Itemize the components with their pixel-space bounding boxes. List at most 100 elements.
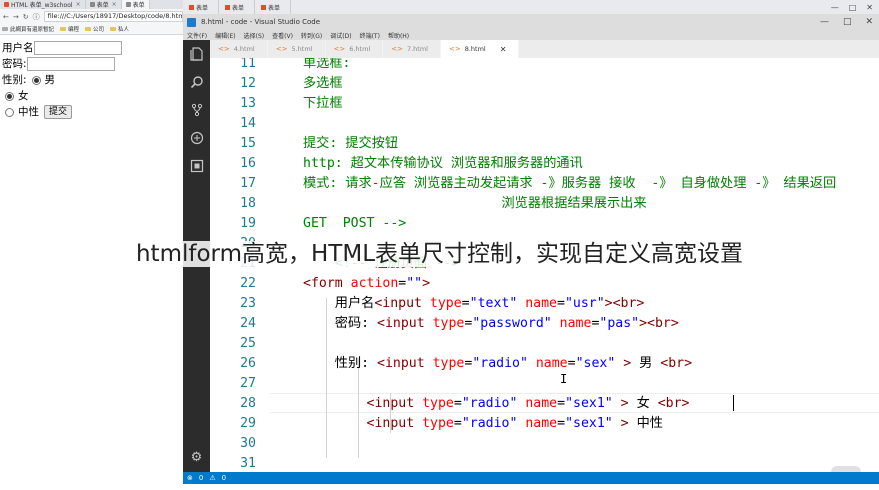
- close-icon[interactable]: ×: [76, 1, 81, 8]
- maximize-icon[interactable]: □: [843, 17, 852, 27]
- source-control-icon[interactable]: [189, 102, 204, 117]
- browser-tab-label: HTML 表单_w3school: [11, 2, 73, 9]
- extensions-icon[interactable]: [189, 158, 204, 173]
- background-tab-label: 表单: [196, 4, 209, 12]
- menu-terminal[interactable]: 终端(T): [360, 31, 380, 40]
- bookmark-item[interactable]: 公司: [85, 25, 104, 33]
- html5-favicon-icon: [4, 2, 9, 7]
- editor-tab-4-html[interactable]: <> 4.html: [210, 40, 268, 58]
- browser-window-controls: — □ ✕: [831, 0, 873, 14]
- line-number: 17: [240, 176, 256, 191]
- browser-tab-w3school[interactable]: HTML 表单_w3school ×: [0, 0, 86, 9]
- warning-count[interactable]: 0: [222, 474, 226, 482]
- female-row: 女: [2, 88, 183, 104]
- code-line[interactable]: 13 下拉框: [210, 94, 879, 114]
- code-text: 密码: <input type="password" name="pas"><b…: [303, 316, 679, 331]
- debug-icon[interactable]: [189, 130, 204, 145]
- menu-view[interactable]: 查看(V): [272, 31, 293, 40]
- editor-tab-7-html[interactable]: <> 7.html: [383, 40, 441, 58]
- maximize-icon[interactable]: □: [849, 3, 857, 12]
- code-line[interactable]: 23 用户名<input type="text" name="usr"><br>: [210, 294, 879, 314]
- bookmark-item[interactable]: 私人: [110, 25, 129, 33]
- folder-icon: [60, 27, 67, 31]
- reload-icon[interactable]: ↻: [23, 13, 29, 21]
- code-line[interactable]: 17 模式: 请求-应答 浏览器主动发起请求 -》服务器 接收 -》 自身做处理 …: [210, 174, 879, 194]
- code-line[interactable]: 18 浏览器根据结果展示出来: [210, 194, 879, 214]
- bookmark-item[interactable]: 编程: [60, 25, 79, 33]
- code-line[interactable]: 27: [210, 374, 879, 394]
- background-tab-label: 表单: [232, 4, 245, 12]
- submit-button[interactable]: 提交: [44, 105, 73, 119]
- explorer-icon[interactable]: [189, 46, 204, 61]
- code-text: <input type="radio" name="sex1" > 中性: [366, 416, 663, 431]
- code-line[interactable]: 26 性别: <input type="radio" name="sex" > …: [210, 354, 879, 374]
- code-line[interactable]: 16 http: 超文本传输协议 浏览器和服务器的通讯: [210, 154, 879, 174]
- code-line[interactable]: 28 <input type="radio" name="sex1" > 女 <…: [210, 394, 879, 414]
- code-text: 提交: 提交按钮: [303, 136, 399, 151]
- code-line[interactable]: 11 单选框:: [210, 58, 879, 74]
- minimize-icon[interactable]: —: [820, 17, 829, 27]
- forward-arrow-icon[interactable]: →: [13, 13, 19, 21]
- line-number: 14: [240, 116, 256, 131]
- address-bar[interactable]: file:///C:/Users/18917/Desktop/code/8.ht…: [43, 11, 183, 22]
- close-tab-icon[interactable]: ✕: [500, 45, 507, 54]
- info-icon[interactable]: ⓘ: [33, 12, 40, 22]
- settings-gear-icon[interactable]: ⚙: [189, 450, 204, 465]
- page-favicon-icon: [89, 2, 95, 7]
- code-text: http: 超文本传输协议 浏览器和服务器的通讯: [303, 156, 583, 171]
- background-tab[interactable]: 表单: [183, 0, 220, 14]
- code-text: 性别: <input type="radio" name="sex" > 男 <…: [303, 356, 693, 371]
- code-line[interactable]: 12 多选框: [210, 74, 879, 94]
- code-text: GET POST -->: [303, 216, 407, 231]
- page-favicon-icon: [125, 2, 131, 7]
- menu-help[interactable]: 帮助(H): [388, 31, 409, 40]
- bookmark-item[interactable]: 此網頁有還原暫記: [2, 25, 54, 33]
- menu-file[interactable]: 文件(F): [187, 31, 207, 40]
- neutral-radio[interactable]: [5, 107, 14, 117]
- editor-tab-5-html[interactable]: <> 5.html: [268, 40, 326, 58]
- bookmark-label: 此網頁有還原暫記: [10, 27, 55, 33]
- line-number: 16: [240, 156, 256, 171]
- search-icon[interactable]: [189, 74, 204, 89]
- warning-icon[interactable]: ⚠: [209, 474, 215, 482]
- editor-tab-8-html[interactable]: <> 8.html ✕: [441, 40, 520, 58]
- code-line[interactable]: 15 提交: 提交按钮: [210, 134, 879, 154]
- female-label: 女: [18, 89, 29, 102]
- vscode-logo-icon: [187, 17, 196, 27]
- browser-tab-form-1[interactable]: 表单 ×: [86, 0, 122, 9]
- error-icon[interactable]: ⊗: [187, 474, 193, 482]
- close-icon[interactable]: ✕: [866, 3, 873, 12]
- menu-selection[interactable]: 选择(S): [244, 31, 265, 40]
- menu-go[interactable]: 转到(G): [301, 31, 322, 40]
- code-line[interactable]: 22 <form action="">: [210, 274, 879, 294]
- line-number: 28: [240, 396, 256, 411]
- editor-tab-6-html[interactable]: <> 6.html: [326, 40, 384, 58]
- bookmarks-bar: 此網頁有還原暫記 编程 公司 私人: [0, 24, 183, 35]
- code-line[interactable]: 24 密码: <input type="password" name="pas"…: [210, 314, 879, 334]
- menu-debug[interactable]: 调试(D): [330, 31, 351, 40]
- code-line[interactable]: 31: [210, 454, 879, 472]
- close-icon[interactable]: ✕: [865, 17, 873, 27]
- line-number: 15: [240, 136, 256, 151]
- code-line[interactable]: 14: [210, 114, 879, 134]
- editor-tab-label: 8.html: [464, 45, 486, 53]
- back-arrow-icon[interactable]: ←: [3, 13, 9, 21]
- male-radio[interactable]: [31, 75, 41, 85]
- code-line[interactable]: 29 <input type="radio" name="sex1" > 中性: [210, 414, 879, 434]
- code-line[interactable]: 25: [210, 334, 879, 354]
- menu-edit[interactable]: 编辑(E): [215, 31, 235, 40]
- editor-tab-label: 6.html: [349, 45, 371, 53]
- female-radio[interactable]: [5, 91, 14, 101]
- username-input[interactable]: [33, 41, 122, 55]
- background-tab[interactable]: 表单: [255, 0, 292, 14]
- close-icon[interactable]: ×: [112, 1, 117, 8]
- minimize-icon[interactable]: —: [831, 3, 839, 12]
- status-bar: ⊗ 0 ⚠ 0: [183, 472, 879, 484]
- error-count[interactable]: 0: [199, 474, 203, 482]
- password-input[interactable]: [26, 57, 115, 71]
- line-number: 13: [240, 96, 256, 111]
- code-line[interactable]: 19 GET POST -->: [210, 214, 879, 234]
- background-tab[interactable]: 表单: [219, 0, 256, 14]
- code-line[interactable]: 30: [210, 434, 879, 454]
- browser-tab-form-2[interactable]: 表单: [121, 0, 150, 9]
